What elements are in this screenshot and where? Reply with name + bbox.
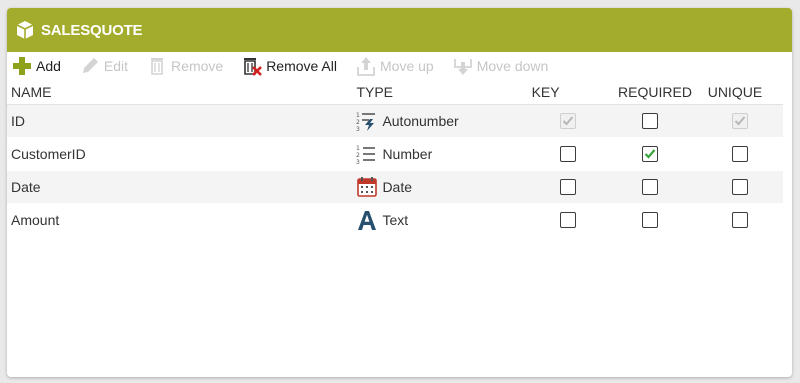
svg-text:3: 3 [356, 159, 360, 165]
number-icon: 1 2 3 [356, 143, 378, 165]
table-row[interactable]: Date Date [7, 170, 783, 204]
field-type-cell: Text [352, 203, 528, 237]
entity-panel: SALESQUOTE Add Edit Remove Remove All Mo… [7, 8, 792, 377]
column-header-name[interactable]: NAME [7, 80, 353, 105]
key-cell [527, 137, 615, 171]
field-type: Number [382, 146, 433, 162]
table-row[interactable]: ID 1 2 3 Autonumber [7, 104, 783, 138]
field-name: Date [7, 170, 353, 204]
required-checkbox[interactable] [642, 212, 659, 228]
add-label: Add [36, 58, 61, 74]
remove-all-button[interactable]: Remove All [241, 55, 337, 77]
column-header-type[interactable]: TYPE [352, 80, 528, 105]
svg-text:2: 2 [356, 152, 360, 159]
table-row[interactable]: CustomerID 1 2 3 Number [7, 137, 783, 171]
edit-button[interactable]: Edit [79, 55, 128, 77]
unique-cell [703, 203, 783, 237]
move-up-icon [355, 55, 377, 77]
table-row[interactable]: Amount Text [7, 203, 783, 237]
field-type: Autonumber [382, 113, 459, 129]
panel-title: SALESQUOTE [41, 21, 143, 39]
add-button[interactable]: Add [11, 55, 61, 77]
trash-remove-all-icon [241, 55, 263, 77]
toolbar: Add Edit Remove Remove All Move up Move … [7, 52, 792, 80]
required-checkbox[interactable] [642, 179, 659, 195]
remove-label: Remove [171, 58, 224, 74]
remove-all-label: Remove All [266, 58, 337, 74]
key-checkbox[interactable] [559, 179, 576, 195]
edit-label: Edit [103, 58, 129, 74]
autonumber-icon: 1 2 3 [356, 110, 378, 132]
unique-checkbox[interactable] [731, 179, 748, 195]
key-checkbox[interactable] [559, 113, 576, 129]
required-cell [614, 137, 704, 171]
key-cell [527, 203, 615, 237]
unique-cell [703, 104, 783, 138]
field-name: ID [7, 104, 353, 138]
required-checkbox[interactable] [642, 146, 659, 162]
pencil-icon [79, 55, 101, 77]
move-down-icon [452, 55, 474, 77]
field-type: Date [382, 179, 413, 195]
unique-checkbox[interactable] [731, 212, 748, 228]
table-header-row: NAME TYPE KEY REQUIRED UNIQUE [7, 80, 783, 105]
svg-text:2: 2 [356, 119, 360, 126]
unique-checkbox[interactable] [731, 113, 748, 129]
move-down-label: Move down [476, 58, 549, 74]
svg-text:3: 3 [356, 126, 360, 132]
field-name: Amount [7, 203, 353, 237]
field-type-cell: 1 2 3 Autonumber [352, 104, 528, 138]
move-down-button[interactable]: Move down [452, 55, 549, 77]
unique-cell [703, 137, 783, 171]
field-name: CustomerID [7, 137, 353, 171]
move-up-button[interactable]: Move up [355, 55, 434, 77]
required-cell [614, 170, 704, 204]
key-checkbox[interactable] [559, 212, 576, 228]
trash-icon [146, 55, 168, 77]
required-checkbox[interactable] [642, 113, 659, 129]
key-cell [527, 104, 615, 138]
cube-icon [15, 20, 35, 40]
text-icon [356, 209, 378, 231]
key-checkbox[interactable] [559, 146, 576, 162]
unique-cell [703, 170, 783, 204]
column-header-unique[interactable]: UNIQUE [703, 80, 783, 105]
required-cell [614, 203, 704, 237]
column-header-required[interactable]: REQUIRED [614, 80, 704, 105]
svg-text:1: 1 [356, 112, 360, 119]
required-cell [614, 104, 704, 138]
field-type: Text [382, 212, 409, 228]
field-type-cell: Date [352, 170, 528, 204]
panel-header: SALESQUOTE [7, 8, 792, 52]
svg-text:1: 1 [356, 145, 360, 152]
move-up-label: Move up [380, 58, 434, 74]
remove-button[interactable]: Remove [146, 55, 223, 77]
plus-icon [11, 55, 33, 77]
unique-checkbox[interactable] [731, 146, 748, 162]
calendar-icon [356, 176, 378, 198]
field-type-cell: 1 2 3 Number [352, 137, 528, 171]
fields-table: NAME TYPE KEY REQUIRED UNIQUE ID 1 2 3 A… [7, 80, 783, 237]
column-header-key[interactable]: KEY [527, 80, 615, 105]
key-cell [527, 170, 615, 204]
